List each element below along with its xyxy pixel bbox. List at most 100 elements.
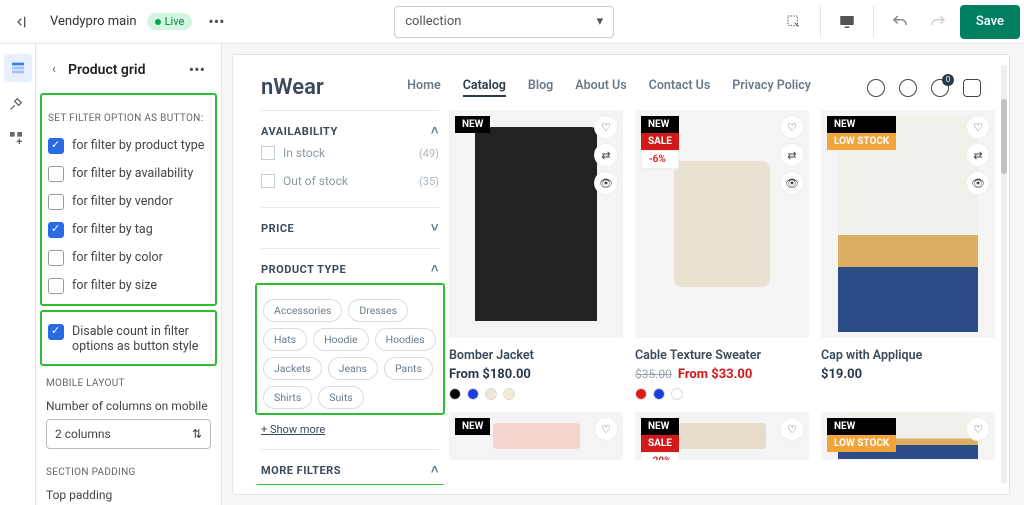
nav-catalog[interactable]: Catalog [463, 78, 506, 97]
cart-icon[interactable] [963, 79, 981, 97]
card-action-icon[interactable]: ♡ [967, 418, 989, 440]
chevron-up-icon: ˄ [431, 261, 439, 277]
chk-tag[interactable]: for filter by tag [48, 216, 209, 244]
nav-blog[interactable]: Blog [528, 78, 553, 97]
color-swatch[interactable] [653, 388, 665, 400]
nav-home[interactable]: Home [407, 78, 441, 97]
settings-sidebar: ‹ Product grid ••• SET FILTER OPTION AS … [36, 44, 222, 505]
redo-icon[interactable] [922, 6, 954, 38]
site-name: Vendypro main [50, 14, 137, 29]
chk-vendor[interactable]: for filter by vendor [48, 188, 209, 216]
color-swatch[interactable] [449, 388, 461, 400]
swatch-row [449, 388, 623, 400]
back-icon[interactable]: ‹ [46, 62, 62, 77]
filter-pill[interactable]: Hoodies [375, 328, 436, 351]
product-image: NEWLOW STOCK ♡ [821, 412, 995, 460]
card-action-icon[interactable]: ♡ [781, 418, 803, 440]
app-embeds-icon[interactable] [8, 130, 28, 150]
color-swatch[interactable] [467, 388, 479, 400]
product-card[interactable]: NEW♡⇄👁Bomber JacketFrom $180.00 [449, 110, 623, 400]
product-card[interactable]: NEWSALE-6%♡⇄👁Cable Texture Sweater$35.00… [635, 110, 809, 400]
product-image: NEW♡ [449, 412, 623, 460]
chevron-up-icon: ˄ [431, 462, 439, 478]
product-image: NEWSALE-20%♡ [635, 412, 809, 460]
preview-scrollbar[interactable] [1001, 65, 1007, 484]
product-grid: NEW♡⇄👁Bomber JacketFrom $180.00NEWSALE-6… [449, 110, 995, 485]
chk-size[interactable]: for filter by size [48, 272, 209, 300]
mobile-layout-label: MOBILE LAYOUT [46, 378, 211, 389]
filter-pill[interactable]: Jackets [263, 357, 322, 380]
filter-pill[interactable]: Hats [263, 328, 307, 351]
sections-icon[interactable] [4, 54, 32, 82]
product-badge: NEW [827, 116, 896, 133]
product-badge: -20% [641, 452, 679, 460]
card-action-icon[interactable]: 👁 [967, 172, 989, 194]
card-action-icon[interactable]: ⇄ [781, 144, 803, 166]
brand-logo[interactable]: nWear [261, 75, 324, 100]
card-action-icon[interactable]: ♡ [595, 418, 617, 440]
product-card[interactable]: NEWLOW STOCK ♡ [821, 412, 995, 460]
filter-pill[interactable]: Pants [384, 357, 433, 380]
chevron-down-icon: ▾ [597, 14, 604, 29]
undo-icon[interactable] [884, 6, 916, 38]
facet-more-head[interactable]: MORE FILTERS˄ [261, 462, 439, 478]
product-badge: LOW STOCK [827, 133, 896, 150]
facet-outstock[interactable]: Out of stock(35) [261, 167, 439, 195]
product-card[interactable]: NEW♡ [449, 412, 623, 460]
product-card[interactable]: NEWSALE-20%♡ [635, 412, 809, 460]
card-action-icon[interactable]: 👁 [781, 172, 803, 194]
sidebar-more-icon[interactable]: ••• [183, 60, 211, 79]
chevron-up-icon: ˄ [431, 123, 439, 139]
filter-pill[interactable]: Suits [318, 386, 363, 409]
template-select[interactable]: collection ▾ [394, 6, 614, 38]
template-select-label: collection [405, 14, 461, 29]
product-badge: SALE [641, 133, 679, 150]
card-action-icon[interactable]: ♡ [967, 116, 989, 138]
nav-about[interactable]: About Us [575, 78, 626, 97]
search-icon[interactable] [867, 79, 885, 97]
card-action-icon[interactable]: ⇄ [967, 144, 989, 166]
nav-contact[interactable]: Contact Us [649, 78, 711, 97]
facet-price-head[interactable]: PRICE˅ [261, 220, 439, 236]
product-badge: NEW [827, 418, 896, 435]
product-image: NEWSALE-6%♡⇄👁 [635, 110, 809, 338]
chk-product-type[interactable]: for filter by product type [48, 132, 209, 160]
cols-select[interactable]: 2 columns⇅ [46, 419, 211, 449]
color-swatch[interactable] [485, 388, 497, 400]
filter-pill[interactable]: Shirts [263, 386, 312, 409]
theme-settings-icon[interactable] [8, 96, 28, 116]
preview-canvas: nWear Home Catalog Blog About Us Contact… [222, 44, 1024, 505]
chevron-down-icon: ˅ [431, 220, 439, 236]
inspector-icon[interactable] [778, 6, 810, 38]
card-action-icon[interactable]: ♡ [781, 116, 803, 138]
facet-availability-head[interactable]: AVAILABILITY˄ [261, 123, 439, 139]
facet-ptype-head[interactable]: PRODUCT TYPE˄ [261, 261, 439, 277]
card-action-icon[interactable]: 👁 [595, 172, 617, 194]
account-icon[interactable] [899, 79, 917, 97]
product-card[interactable]: NEWLOW STOCK♡⇄👁Cap with Applique$19.00 [821, 110, 995, 400]
filter-pill[interactable]: Hoodie [313, 328, 369, 351]
facet-instock[interactable]: In stock(49) [261, 139, 439, 167]
color-swatch[interactable] [635, 388, 647, 400]
chk-availability[interactable]: for filter by availability [48, 160, 209, 188]
top-padding-label: Top padding [46, 488, 211, 502]
filter-pill[interactable]: Accessories [263, 299, 342, 322]
card-action-icon[interactable]: ⇄ [595, 144, 617, 166]
chk-color[interactable]: for filter by color [48, 244, 209, 272]
exit-icon[interactable] [4, 6, 36, 38]
more-menu-icon[interactable]: ••• [202, 12, 230, 31]
filter-pill[interactable]: Jeans [328, 357, 378, 380]
show-more-link[interactable]: + Show more [261, 423, 325, 436]
desktop-icon[interactable] [831, 6, 863, 38]
card-action-icon[interactable]: ♡ [595, 116, 617, 138]
save-button[interactable]: Save [960, 5, 1020, 39]
sidebar-title: Product grid [68, 62, 177, 78]
nav-privacy[interactable]: Privacy Policy [732, 78, 811, 97]
product-badge: LOW STOCK [827, 435, 896, 452]
chk-disable-count[interactable]: Disable count in filter options as butto… [48, 318, 209, 360]
filter-pill[interactable]: Dresses [348, 299, 408, 322]
cols-label: Number of columns on mobile [46, 399, 211, 413]
wishlist-icon[interactable] [931, 79, 949, 97]
color-swatch[interactable] [503, 388, 515, 400]
color-swatch[interactable] [671, 388, 683, 400]
